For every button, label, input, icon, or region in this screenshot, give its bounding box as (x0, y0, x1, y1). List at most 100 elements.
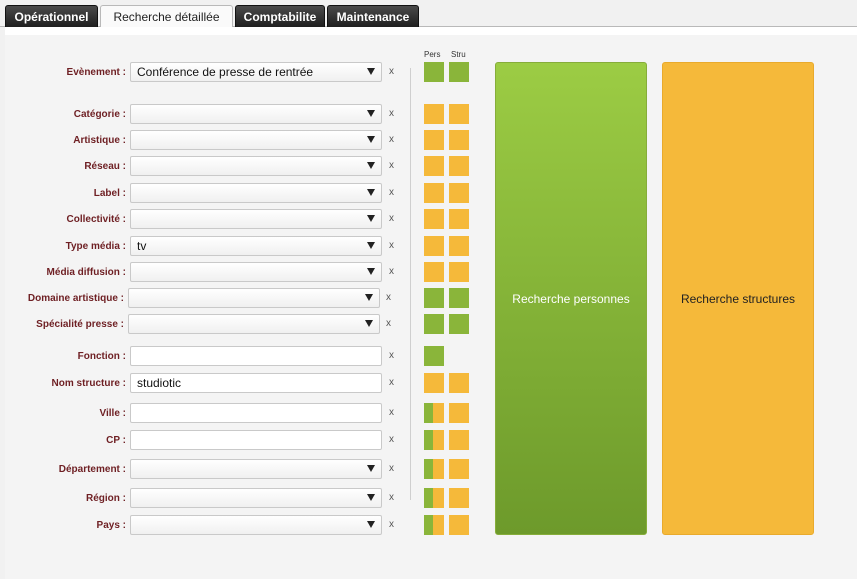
dropdown-arrow-icon[interactable] (367, 521, 375, 528)
stru-indicator (449, 403, 469, 423)
label-réseau: Réseau : (84, 161, 126, 172)
stru-indicator (449, 288, 469, 308)
label-nom-structure: Nom structure : (51, 378, 126, 389)
clear-icon[interactable]: x (389, 160, 394, 171)
stru-indicator (449, 515, 469, 535)
pers-indicator (424, 488, 444, 508)
dropdown-arrow-icon[interactable] (365, 320, 373, 327)
clear-icon[interactable]: x (389, 134, 394, 145)
dropdown-arrow-icon[interactable] (367, 110, 375, 117)
input-cp[interactable] (130, 430, 382, 450)
dropdown-arrow-icon[interactable] (367, 494, 375, 501)
label-evènement: Evènement : (66, 67, 126, 78)
label-collectivité: Collectivité : (66, 214, 126, 225)
select-région[interactable] (130, 488, 382, 508)
pers-indicator (424, 430, 444, 450)
pers-indicator (424, 373, 444, 393)
stru-indicator (449, 459, 469, 479)
stru-indicator (449, 314, 469, 334)
pers-indicator (424, 236, 444, 256)
clear-icon[interactable]: x (389, 266, 394, 277)
dropdown-arrow-icon[interactable] (367, 215, 375, 222)
dropdown-arrow-icon[interactable] (367, 465, 375, 472)
select-catégorie[interactable] (130, 104, 382, 124)
clear-icon[interactable]: x (389, 407, 394, 418)
column-header-stru: Stru (451, 50, 466, 59)
pers-indicator (424, 183, 444, 203)
dropdown-arrow-icon[interactable] (365, 294, 373, 301)
dropdown-arrow-icon[interactable] (367, 68, 375, 75)
clear-icon[interactable]: x (389, 434, 394, 445)
label-domaine-artistique: Domaine artistique : (27, 293, 124, 304)
panel-top-strip (5, 27, 857, 35)
pers-indicator (424, 262, 444, 282)
stru-indicator (449, 236, 469, 256)
clear-icon[interactable]: x (389, 492, 394, 503)
field-value: Conférence de presse de rentrée (137, 65, 314, 79)
label-média-diffusion: Média diffusion : (46, 267, 126, 278)
select-département[interactable] (130, 459, 382, 479)
clear-icon[interactable]: x (389, 463, 394, 474)
stru-indicator (449, 183, 469, 203)
pers-indicator (424, 515, 444, 535)
clear-icon[interactable]: x (389, 108, 394, 119)
select-spécialité-presse[interactable] (128, 314, 380, 334)
dropdown-arrow-icon[interactable] (367, 162, 375, 169)
dropdown-arrow-icon[interactable] (367, 189, 375, 196)
pers-indicator (424, 104, 444, 124)
search-structures-button[interactable]: Recherche structures (662, 62, 814, 535)
tab-recherche-detaillee[interactable]: Recherche détaillée (100, 5, 233, 28)
column-separator (410, 68, 411, 500)
tab-bar: Opérationnel Recherche détaillée Comptab… (0, 0, 857, 28)
select-evènement[interactable]: Conférence de presse de rentrée (130, 62, 382, 82)
clear-icon[interactable]: x (386, 292, 391, 303)
clear-icon[interactable]: x (389, 66, 394, 77)
tab-maintenance[interactable]: Maintenance (327, 5, 419, 27)
dropdown-arrow-icon[interactable] (367, 136, 375, 143)
stru-indicator (449, 156, 469, 176)
select-type-média[interactable]: tv (130, 236, 382, 256)
label-ville: Ville : (99, 408, 127, 419)
clear-icon[interactable]: x (389, 187, 394, 198)
label-pays: Pays : (96, 520, 126, 531)
clear-icon[interactable]: x (389, 377, 394, 388)
tab-comptabilite[interactable]: Comptabilite (235, 5, 325, 27)
label-spécialité-presse: Spécialité presse : (36, 319, 124, 330)
input-ville[interactable] (130, 403, 382, 423)
dropdown-arrow-icon[interactable] (367, 242, 375, 249)
search-persons-button[interactable]: Recherche personnes (495, 62, 647, 535)
stru-indicator (449, 430, 469, 450)
clear-icon[interactable]: x (389, 350, 394, 361)
input-fonction[interactable] (130, 346, 382, 366)
label-fonction: Fonction : (77, 351, 126, 362)
label-type-média: Type média : (65, 241, 126, 252)
pers-indicator (424, 156, 444, 176)
pers-indicator (424, 314, 444, 334)
clear-icon[interactable]: x (389, 213, 394, 224)
column-header-pers: Pers (424, 50, 441, 59)
input-nom-structure[interactable]: studiotic (130, 373, 382, 393)
label-catégorie: Catégorie : (73, 109, 126, 120)
select-artistique[interactable] (130, 130, 382, 150)
tab-operationnel[interactable]: Opérationnel (5, 5, 98, 27)
pers-indicator (424, 130, 444, 150)
stru-indicator (449, 130, 469, 150)
select-domaine-artistique[interactable] (128, 288, 380, 308)
select-collectivité[interactable] (130, 209, 382, 229)
field-value: studiotic (137, 376, 182, 390)
stru-indicator (449, 104, 469, 124)
label-cp: CP : (106, 435, 126, 446)
label-artistique: Artistique : (73, 135, 126, 146)
dropdown-arrow-icon[interactable] (367, 268, 375, 275)
pers-indicator (424, 288, 444, 308)
label-département: Département : (58, 464, 126, 475)
clear-icon[interactable]: x (386, 318, 391, 329)
select-pays[interactable] (130, 515, 382, 535)
select-label[interactable] (130, 183, 382, 203)
clear-icon[interactable]: x (389, 519, 394, 530)
pers-indicator (424, 459, 444, 479)
select-média-diffusion[interactable] (130, 262, 382, 282)
clear-icon[interactable]: x (389, 240, 394, 251)
select-réseau[interactable] (130, 156, 382, 176)
label-label: Label : (93, 188, 126, 199)
